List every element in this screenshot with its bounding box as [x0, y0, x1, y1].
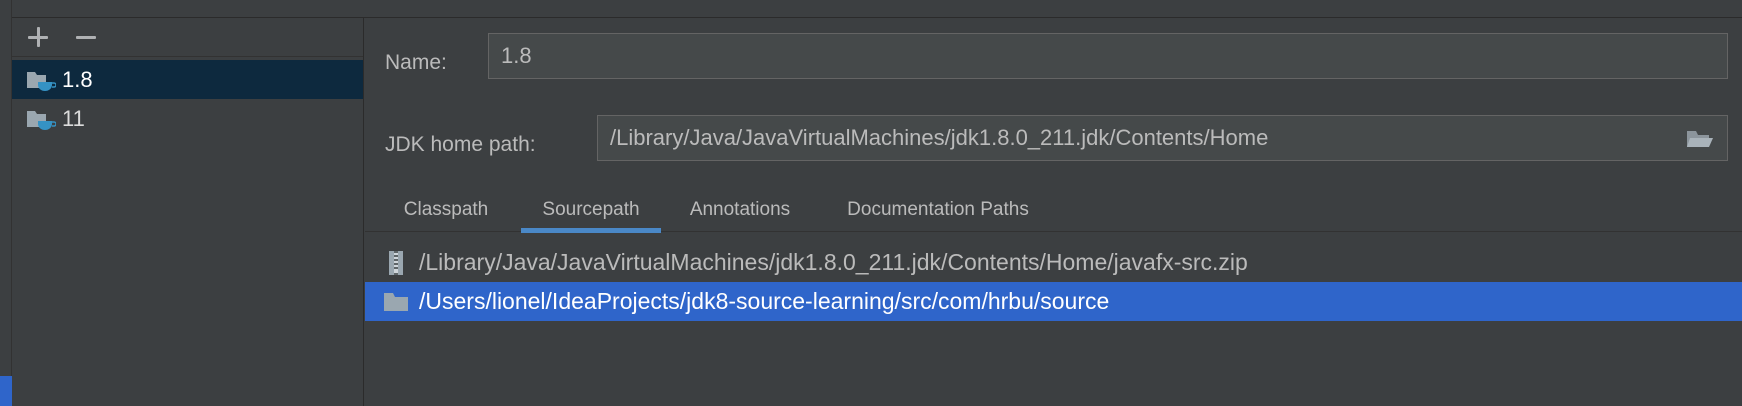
name-label: Name: [385, 51, 447, 74]
sdk-settings-window: 1.8 11 Name: 1.8 JDK home path: /Library… [0, 0, 1742, 406]
remove-sdk-button[interactable] [74, 25, 98, 49]
tab-label: Sourcepath [542, 199, 640, 220]
zip-archive-icon [383, 250, 409, 276]
tab-label: Classpath [403, 199, 489, 220]
name-row: Name: [385, 40, 447, 86]
tab-documentation-paths[interactable]: Documentation Paths [820, 188, 1056, 232]
tab-annotations[interactable]: Annotations [670, 188, 810, 232]
path-label: /Users/lionel/IdeaProjects/jdk8-source-l… [419, 288, 1110, 314]
tab-sourcepath[interactable]: Sourcepath [521, 188, 661, 233]
home-path-value: /Library/Java/JavaVirtualMachines/jdk1.8… [610, 125, 1269, 150]
jdk-folder-icon [26, 67, 57, 93]
folder-icon [383, 289, 409, 315]
sdk-item-label: 11 [62, 105, 85, 131]
home-path-field[interactable]: /Library/Java/JavaVirtualMachines/jdk1.8… [597, 115, 1728, 161]
sdk-list-panel: 1.8 11 [12, 18, 364, 406]
folder-open-icon[interactable] [1685, 127, 1715, 151]
sourcepath-list: /Library/Java/JavaVirtualMachines/jdk1.8… [365, 243, 1742, 321]
sdk-item-1-8[interactable]: 1.8 [12, 60, 363, 99]
add-sdk-button[interactable] [26, 25, 50, 49]
path-label: /Library/Java/JavaVirtualMachines/jdk1.8… [419, 249, 1248, 275]
sdk-list: 1.8 11 [12, 57, 363, 138]
home-path-label: JDK home path: [385, 133, 536, 156]
left-edge-accent [0, 376, 12, 406]
sdk-item-label: 1.8 [62, 66, 93, 92]
sdk-tabs: Classpath Sourcepath Annotations Documen… [365, 188, 1742, 233]
list-item[interactable]: /Library/Java/JavaVirtualMachines/jdk1.8… [365, 243, 1742, 282]
sdk-detail-panel: Name: 1.8 JDK home path: /Library/Java/J… [365, 18, 1742, 406]
tab-classpath[interactable]: Classpath [387, 188, 505, 232]
tab-label: Annotations [689, 199, 791, 220]
jdk-folder-icon [26, 106, 57, 132]
name-value: 1.8 [501, 43, 532, 68]
home-path-row: JDK home path: [385, 122, 536, 168]
top-divider [0, 0, 1742, 18]
list-item[interactable]: /Users/lionel/IdeaProjects/jdk8-source-l… [365, 282, 1742, 321]
sdk-toolbar [12, 18, 363, 57]
sdk-item-11[interactable]: 11 [12, 99, 363, 138]
left-edge-strip [0, 0, 12, 406]
name-field[interactable]: 1.8 [488, 33, 1728, 79]
tab-label: Documentation Paths [847, 199, 1029, 220]
